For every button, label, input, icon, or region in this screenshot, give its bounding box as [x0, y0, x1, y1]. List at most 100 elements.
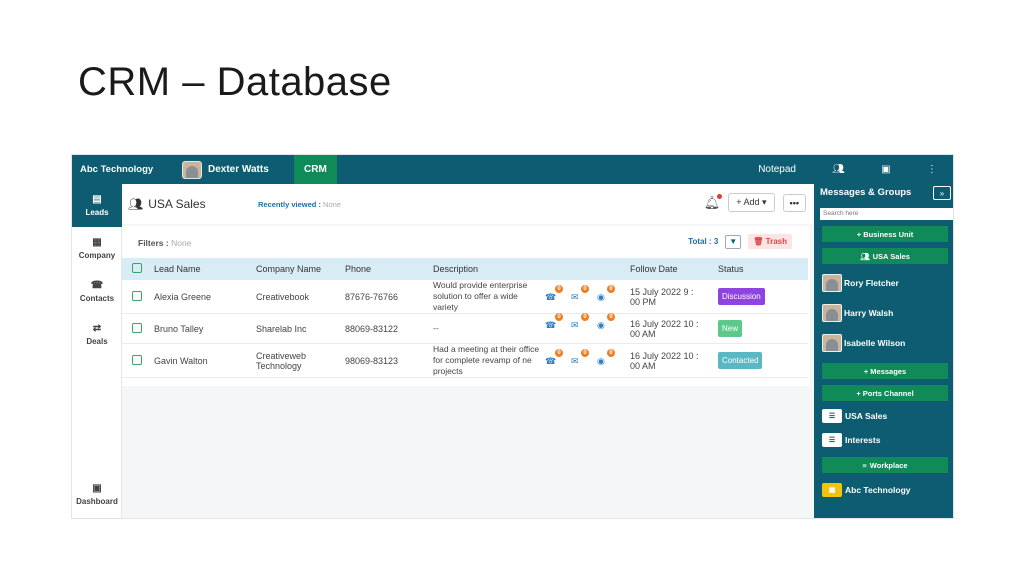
- company-line: Creativeweb: [256, 350, 307, 361]
- nav-company[interactable]: ▦ Company: [72, 227, 122, 270]
- follow-date: 16 July 2022 10 : 00 AM: [630, 314, 718, 344]
- status-badge[interactable]: Discussion: [718, 288, 765, 305]
- group-title: 👥︎ USA Sales: [128, 197, 258, 211]
- phone-icon: ☎: [90, 279, 104, 291]
- bell-icon[interactable]: 🔔︎: [704, 193, 723, 211]
- messages-button[interactable]: + Messages: [822, 363, 948, 379]
- panel-search-input[interactable]: [820, 207, 953, 220]
- view-icon[interactable]: ◉ 0: [597, 313, 615, 331]
- call-icon[interactable]: ☎ 0: [545, 285, 563, 303]
- right-top-bar: 👥︎ ▣ ⋮: [814, 155, 953, 184]
- org-item[interactable]: ▦ Abc Technology: [822, 481, 953, 499]
- email-icon[interactable]: ✉ 0: [571, 313, 589, 331]
- status-badge[interactable]: New: [718, 320, 743, 337]
- col-phone[interactable]: Phone: [345, 258, 433, 280]
- follow-line: 00 PM: [630, 296, 657, 307]
- table-row[interactable]: Alexia Greene Creativebook 87676-76766 W…: [122, 280, 808, 314]
- col-follow-date[interactable]: Follow Date: [630, 258, 718, 280]
- person-item[interactable]: Rory Fletcher: [822, 272, 953, 294]
- recent-label: Recently viewed :: [258, 199, 321, 209]
- trash-button[interactable]: 🗑︎ Trash: [748, 234, 792, 249]
- col-description[interactable]: Description: [433, 258, 630, 280]
- desc-line: Would provide enterprise: [433, 280, 528, 290]
- expand-icon[interactable]: »: [933, 186, 951, 200]
- lead-name[interactable]: Gavin Walton: [154, 344, 256, 378]
- table-row[interactable]: Gavin Walton Creativeweb Technology 9806…: [122, 344, 808, 378]
- call-icon[interactable]: ☎ 0: [545, 313, 563, 331]
- email-icon[interactable]: ✉ 0: [571, 285, 589, 303]
- person-name: Harry Walsh: [844, 308, 894, 318]
- status-badge[interactable]: Contacted: [718, 352, 763, 369]
- group-icon: 👥︎: [128, 197, 144, 211]
- view-icon[interactable]: ◉ 0: [597, 285, 615, 303]
- users-icon[interactable]: 👥︎: [832, 164, 845, 175]
- group-name: Interests: [845, 435, 881, 445]
- workplace-icon: ≡: [862, 460, 867, 470]
- usa-sales-button[interactable]: 👥︎ USA Sales: [822, 248, 948, 264]
- recent-value: None: [323, 199, 341, 209]
- dashboard-icon: ▣: [92, 482, 102, 494]
- group-item[interactable]: ☰ Interests: [822, 431, 953, 449]
- col-company-name[interactable]: Company Name: [256, 258, 345, 280]
- table-row[interactable]: Bruno Talley Sharelab Inc 88069-83122 --…: [122, 313, 808, 344]
- filters-label: Filters :: [138, 238, 169, 248]
- add-button[interactable]: + Add ▾: [728, 193, 775, 212]
- follow-line: 00 AM: [630, 328, 656, 339]
- col-status[interactable]: Status: [718, 258, 808, 280]
- nav-contacts[interactable]: ☎ Contacts: [72, 270, 122, 313]
- person-item[interactable]: Harry Walsh: [822, 302, 953, 324]
- filters-actions: Total : 3 ▼ 🗑︎ Trash: [688, 234, 792, 249]
- follow-date: 15 July 2022 9 : 00 PM: [630, 280, 718, 314]
- call-icon[interactable]: ☎ 0: [545, 349, 563, 367]
- recently-viewed[interactable]: Recently viewed : None: [258, 200, 341, 209]
- company-name: Sharelab Inc: [256, 314, 345, 344]
- main-content: 👥︎ USA Sales Recently viewed : None 🔔︎ +…: [122, 184, 814, 518]
- follow-line: 16 July 2022 10 :: [630, 318, 699, 329]
- nav-leads-label: Leads: [85, 207, 109, 217]
- email-icon[interactable]: ✉ 0: [571, 349, 589, 367]
- page-header: 👥︎ USA Sales Recently viewed : None 🔔︎ +…: [122, 184, 814, 224]
- group-icon: ☰: [822, 433, 842, 447]
- notepad-link[interactable]: Notepad: [758, 164, 814, 175]
- desc-line: variety: [433, 302, 459, 312]
- usa-sales-label: USA Sales: [872, 251, 910, 261]
- nav-deals-label: Deals: [86, 336, 108, 346]
- phone: 87676-76766: [345, 291, 399, 302]
- kebab-menu-icon[interactable]: ⋮: [927, 164, 937, 175]
- nav-dashboard-label: Dashboard: [76, 496, 118, 506]
- person-item[interactable]: Isabelle Wilson: [822, 332, 953, 354]
- workplace-button[interactable]: ≡ Workplace: [822, 457, 948, 473]
- business-unit-button[interactable]: + Business Unit: [822, 226, 948, 242]
- user-menu[interactable]: Dexter Watts: [182, 160, 294, 179]
- leads-table: Lead Name Company Name Phone Description…: [122, 258, 808, 378]
- select-all-checkbox[interactable]: [132, 263, 142, 273]
- nav-leads[interactable]: ▤ Leads: [72, 184, 122, 227]
- top-bar: Abc Technology Dexter Watts CRM Notepad: [72, 155, 814, 184]
- row-checkbox[interactable]: [132, 322, 142, 333]
- filters-row: Filters : None Total : 3 ▼ 🗑︎ Trash: [122, 226, 810, 258]
- more-button[interactable]: •••: [782, 193, 806, 212]
- desc-line: projects: [433, 366, 463, 376]
- desc-line: Had a meeting at their office: [433, 344, 540, 354]
- row-checkbox[interactable]: [132, 354, 142, 365]
- slide-title: CRM – Database: [78, 60, 392, 104]
- nav-dashboard[interactable]: ▣ Dashboard: [72, 473, 122, 516]
- tab-crm[interactable]: CRM: [294, 155, 337, 184]
- group-item[interactable]: ☰ USA Sales: [822, 407, 953, 425]
- filter-icon[interactable]: ▼: [725, 234, 742, 249]
- row-checkbox[interactable]: [132, 290, 142, 301]
- lead-name[interactable]: Bruno Talley: [154, 314, 256, 344]
- handshake-icon: ⇄: [92, 322, 102, 334]
- col-lead-name[interactable]: Lead Name: [154, 258, 256, 280]
- building-icon: ▦: [822, 483, 842, 497]
- view-icon[interactable]: ◉ 0: [597, 349, 615, 367]
- lead-name[interactable]: Alexia Greene: [154, 280, 256, 314]
- nav-deals[interactable]: ⇄ Deals: [72, 313, 122, 356]
- avatar: [822, 334, 842, 352]
- ports-channel-button[interactable]: + Ports Channel: [822, 385, 948, 401]
- description: -- ☎ 0 ✉ 0 ◉ 0: [433, 313, 630, 344]
- chart-icon[interactable]: ▣: [881, 164, 890, 175]
- messages-groups-panel: Messages & Groups » + Business Unit 👥︎ U…: [814, 184, 953, 518]
- row-actions: ☎ 0 ✉ 0 ◉ 0: [545, 313, 615, 331]
- follow-date: 16 July 2022 10 : 00 AM: [630, 344, 718, 378]
